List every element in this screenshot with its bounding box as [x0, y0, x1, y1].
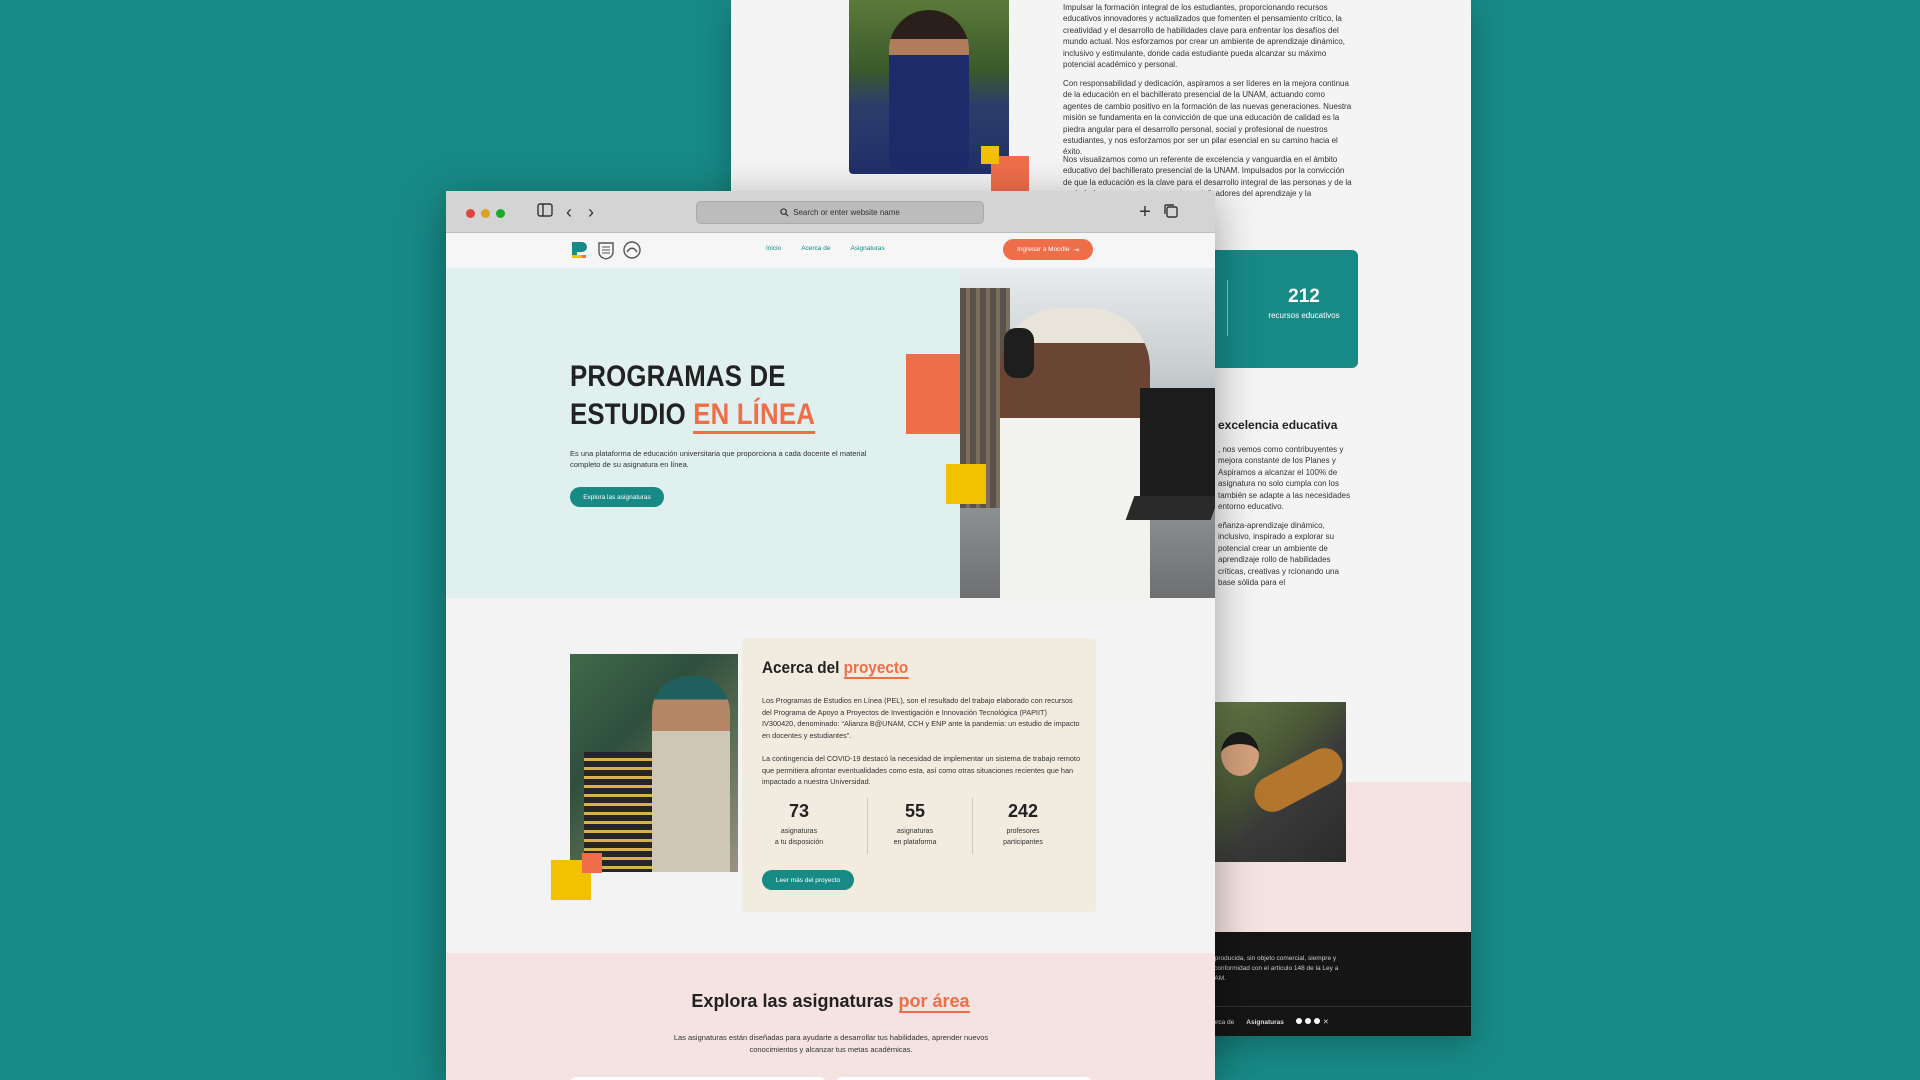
unam-shield-logo: [598, 242, 614, 260]
nav-link-acerca[interactable]: Acerca de: [801, 245, 830, 252]
pel-logo[interactable]: [570, 240, 590, 260]
nav-link-asignaturas[interactable]: Asignaturas: [850, 245, 884, 252]
mission-paragraph: Con responsabilidad y dedicación, aspira…: [1063, 79, 1352, 157]
login-icon: ⇥: [1073, 246, 1079, 254]
moodle-login-label: Ingresar a Moodle: [1017, 246, 1070, 253]
orange-square-decoration: [582, 853, 602, 873]
student-guitar-photo: [1201, 702, 1349, 862]
facebook-icon[interactable]: [1295, 1018, 1302, 1024]
mission-paragraph: Impulsar la formación integral de los es…: [1063, 3, 1345, 70]
nav-links: Inicio Acerca de Asignaturas: [766, 245, 885, 252]
about-card: Acerca del proyecto Los Programas de Est…: [742, 638, 1096, 912]
section-paragraph: eñanza-aprendizaje dinámico, inclusivo, …: [1218, 521, 1339, 588]
youtube-icon[interactable]: [1304, 1018, 1311, 1024]
search-icon: [780, 208, 789, 217]
close-window-button[interactable]: [466, 209, 475, 218]
footer-legal-text: r reproducida, sin objeto comercial, sie…: [1205, 955, 1339, 982]
tabs-overview-icon[interactable]: [1162, 203, 1180, 221]
yellow-square-decoration: [946, 464, 986, 504]
explore-description: Las asignaturas están diseñadas para ayu…: [673, 1033, 989, 1054]
address-bar[interactable]: Search or enter website name: [696, 201, 984, 224]
section-heading: excelencia educativa: [1218, 418, 1338, 432]
moodle-login-button[interactable]: Ingresar a Moodle ⇥: [1003, 239, 1093, 260]
site-footer: r reproducida, sin objeto comercial, sie…: [1201, 932, 1471, 1036]
nav-link-inicio[interactable]: Inicio: [766, 245, 781, 252]
stat-label: recursos educativos: [1268, 311, 1340, 320]
stat-number: 212: [1288, 286, 1320, 307]
read-more-button[interactable]: Leer más del proyecto: [762, 870, 854, 890]
hero-section: PROGRAMAS DE ESTUDIO EN LÍNEA Es una pla…: [446, 268, 1215, 598]
social-icons: ✕: [1295, 1018, 1329, 1026]
explore-title: Explora las asignaturas por área: [691, 991, 970, 1013]
forward-arrow-icon[interactable]: ›: [582, 203, 600, 221]
about-section: Acerca del proyecto Los Programas de Est…: [446, 598, 1215, 953]
orange-square-decoration: [906, 354, 960, 434]
zoom-window-button[interactable]: [496, 209, 505, 218]
new-tab-icon[interactable]: +: [1136, 202, 1154, 222]
instagram-icon[interactable]: [1313, 1018, 1320, 1024]
stat-teachers: 242 profesores participantes: [1003, 801, 1043, 846]
student-headphones-photo: [960, 268, 1215, 598]
site-navbar: Inicio Acerca de Asignaturas Ingresar a …: [446, 233, 1215, 268]
about-title: Acerca del proyecto: [762, 658, 909, 679]
two-students-phone-photo: [570, 654, 738, 872]
browser-window: ‹ › Search or enter website name + Inici…: [446, 191, 1215, 1080]
browser-titlebar: ‹ › Search or enter website name +: [446, 191, 1215, 233]
footer-link-subjects[interactable]: Asignaturas: [1246, 1019, 1284, 1026]
hero-title: PROGRAMAS DE ESTUDIO EN LÍNEA: [570, 358, 816, 434]
minimize-window-button[interactable]: [481, 209, 490, 218]
resources-stat-card: s 212 recursos educativos: [1201, 250, 1358, 368]
about-paragraph: Los Programas de Estudios en Línea (PEL)…: [762, 696, 1080, 740]
stat-subjects-available: 73 asignaturas a tu disposición: [774, 801, 824, 846]
yellow-square-decoration: [981, 146, 999, 164]
sidebar-toggle-icon[interactable]: [536, 203, 554, 221]
explore-section: Explora las asignaturas por área Las asi…: [446, 953, 1215, 1080]
explore-subjects-button[interactable]: Explora las asignaturas: [570, 487, 664, 507]
about-paragraph: La contingencia del COVID-19 destacó la …: [762, 754, 1080, 786]
x-icon[interactable]: ✕: [1323, 1019, 1329, 1026]
address-placeholder: Search or enter website name: [793, 208, 900, 217]
section-paragraph: , nos vemos como contribuyentes y mejora…: [1218, 445, 1351, 512]
stat-subjects-platform: 55 asignaturas en plataforma: [893, 801, 937, 846]
hero-description: Es una plataforma de educación universit…: [570, 449, 867, 469]
back-arrow-icon[interactable]: ‹: [560, 203, 578, 221]
institution-seal-logo: [623, 241, 641, 259]
